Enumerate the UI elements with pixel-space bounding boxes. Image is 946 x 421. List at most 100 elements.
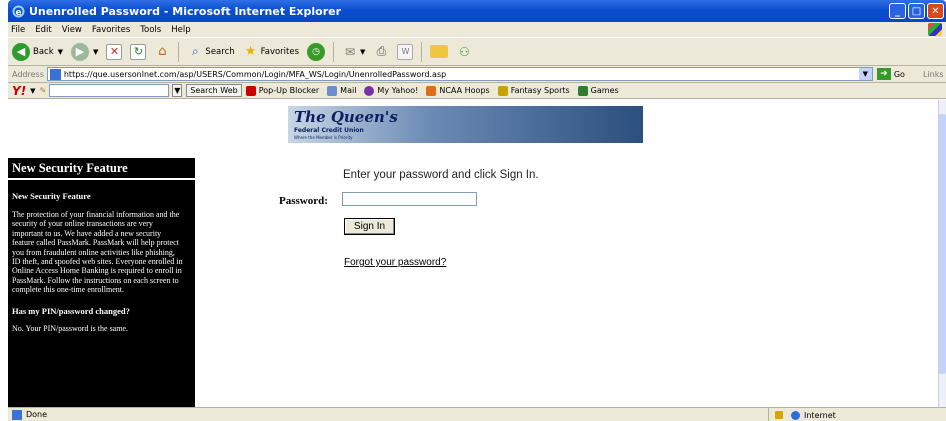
internet-zone-icon — [791, 410, 800, 420]
maximize-button[interactable]: □ — [908, 3, 925, 19]
trophy-icon — [497, 85, 508, 96]
mail-icon — [327, 85, 338, 96]
forgot-password-link[interactable]: Forgot your password? — [344, 257, 446, 268]
stop-icon: ✕ — [106, 43, 123, 60]
yahoo-toolbar: Y! ▼ ✎ ▼ Search Web Pop-Up Blocker Mail … — [8, 83, 946, 99]
star-icon: ★ — [244, 44, 257, 59]
fantasy-sports-button[interactable]: Fantasy Sports — [497, 85, 570, 96]
links-button[interactable]: Links — [923, 70, 944, 79]
search-button[interactable]: ⌕ Search — [187, 44, 235, 60]
ncaa-label: NCAA Hoops — [439, 86, 490, 95]
toolbar-separator — [178, 41, 180, 62]
address-dropdown-icon[interactable]: ▼ — [858, 68, 872, 80]
menu-help[interactable]: Help — [171, 25, 190, 35]
search-icon: ⌕ — [192, 44, 199, 58]
search-label: Search — [205, 46, 235, 57]
games-icon — [577, 85, 588, 96]
logo-tagline: Where the Member is Priority — [294, 135, 353, 140]
fantasy-label: Fantasy Sports — [510, 86, 570, 95]
go-button[interactable]: ➜ Go — [876, 68, 905, 80]
ncaa-hoops-button[interactable]: NCAA Hoops — [426, 85, 490, 96]
refresh-button[interactable]: ↻ — [130, 43, 147, 60]
forward-dropdown-icon[interactable]: ▼ — [93, 48, 98, 56]
window-controls: _ □ ✕ — [889, 3, 944, 19]
back-dropdown-icon[interactable]: ▼ — [58, 48, 63, 56]
my-yahoo-icon — [364, 85, 375, 96]
scrollbar-thumb[interactable] — [939, 114, 946, 374]
history-icon: ◷ — [307, 42, 326, 61]
folder-icon — [430, 45, 449, 58]
windows-logo-icon — [928, 23, 942, 36]
status-text: Done — [26, 410, 48, 419]
games-button[interactable]: Games — [577, 85, 619, 96]
my-yahoo-button[interactable]: My Yahoo! — [364, 85, 419, 96]
favorites-label: Favorites — [260, 46, 300, 57]
yahoo-search-input[interactable] — [49, 84, 170, 97]
page-content: The Queen's Federal Credit Union Where t… — [8, 100, 938, 407]
logo-subtitle: Federal Credit Union — [294, 127, 364, 134]
toolbar-separator — [333, 41, 335, 62]
basketball-icon — [426, 85, 437, 96]
window-titlebar: e Unenrolled Password - Microsoft Intern… — [8, 0, 946, 22]
page-icon — [49, 68, 61, 80]
forward-arrow-icon: ▶ — [71, 42, 90, 61]
yahoo-logo[interactable]: Y! — [12, 84, 26, 98]
menu-edit[interactable]: Edit — [35, 25, 51, 35]
password-label: Password: — [279, 195, 328, 207]
sign-in-button[interactable]: Sign In — [344, 218, 395, 235]
edit-page-icon: W — [397, 43, 414, 60]
back-label: Back — [33, 46, 54, 57]
login-prompt: Enter your password and click Sign In. — [343, 169, 539, 181]
address-input[interactable]: https://que.usersonlnet.com/asp/USERS/Co… — [46, 67, 873, 81]
yahoo-mail-button[interactable]: Mail — [327, 85, 357, 96]
address-url[interactable]: https://que.usersonlnet.com/asp/USERS/Co… — [64, 70, 446, 79]
menu-tools[interactable]: Tools — [140, 25, 161, 35]
popup-blocker-label: Pop-Up Blocker — [258, 86, 320, 95]
vertical-scrollbar[interactable] — [938, 100, 946, 407]
messenger-button[interactable]: ⚇ — [456, 44, 472, 60]
address-bar: Address https://que.usersonlnet.com/asp/… — [8, 66, 946, 83]
mail-icon: ✉ — [345, 44, 356, 59]
my-yahoo-label: My Yahoo! — [377, 86, 419, 95]
close-button[interactable]: ✕ — [927, 3, 944, 19]
print-icon: ⎙ — [376, 44, 387, 58]
home-icon: ⌂ — [158, 44, 167, 59]
home-button[interactable]: ⌂ — [154, 44, 170, 60]
lock-icon[interactable] — [775, 411, 783, 419]
pencil-icon[interactable]: ✎ — [40, 86, 47, 95]
sidebar-question: Has my PIN/password changed? — [12, 305, 130, 316]
standard-toolbar: ◀ Back ▼ ▶ ▼ ✕ ↻ ⌂ ⌕ Search ★ Favorites … — [8, 37, 946, 66]
go-label: Go — [893, 69, 905, 79]
back-arrow-icon: ◀ — [12, 42, 30, 61]
credit-union-logo: The Queen's Federal Credit Union Where t… — [288, 106, 643, 143]
menu-favorites[interactable]: Favorites — [92, 25, 130, 35]
back-button[interactable]: ◀ Back ▼ — [12, 42, 63, 61]
favorites-button[interactable]: ★ Favorites — [243, 44, 299, 60]
messenger-icon: ⚇ — [459, 44, 470, 59]
print-button[interactable]: ⎙ — [373, 44, 389, 60]
yahoo-dropdown-icon[interactable]: ▼ — [30, 87, 35, 95]
mail-button[interactable]: ✉ ▼ — [342, 44, 365, 60]
menu-file[interactable]: File — [11, 25, 25, 35]
games-label: Games — [590, 86, 619, 95]
logo-title: The Queen's — [294, 108, 398, 126]
address-label: Address — [12, 69, 44, 79]
mail-dropdown-icon[interactable]: ▼ — [360, 48, 365, 56]
folder-button[interactable] — [430, 45, 449, 58]
popup-blocker-button[interactable]: Pop-Up Blocker — [245, 85, 320, 96]
security-zone: Internet — [768, 408, 946, 421]
menu-view[interactable]: View — [62, 25, 82, 35]
forward-button[interactable]: ▶ ▼ — [71, 42, 98, 61]
yahoo-mail-label: Mail — [340, 86, 357, 95]
toolbar-separator — [421, 41, 423, 62]
edit-button[interactable]: W — [397, 43, 414, 60]
search-web-button[interactable]: Search Web — [186, 84, 242, 97]
yahoo-search-dropdown-icon[interactable]: ▼ — [172, 84, 183, 97]
minimize-button[interactable]: _ — [889, 3, 906, 19]
stop-button[interactable]: ✕ — [106, 43, 123, 60]
password-field[interactable] — [342, 192, 477, 206]
sidebar-answer: No. Your PIN/password is the same. — [12, 323, 128, 333]
go-arrow-icon: ➜ — [876, 68, 891, 80]
security-sidebar: New Security Feature New Security Featur… — [8, 158, 195, 407]
history-button[interactable]: ◷ — [307, 42, 326, 61]
